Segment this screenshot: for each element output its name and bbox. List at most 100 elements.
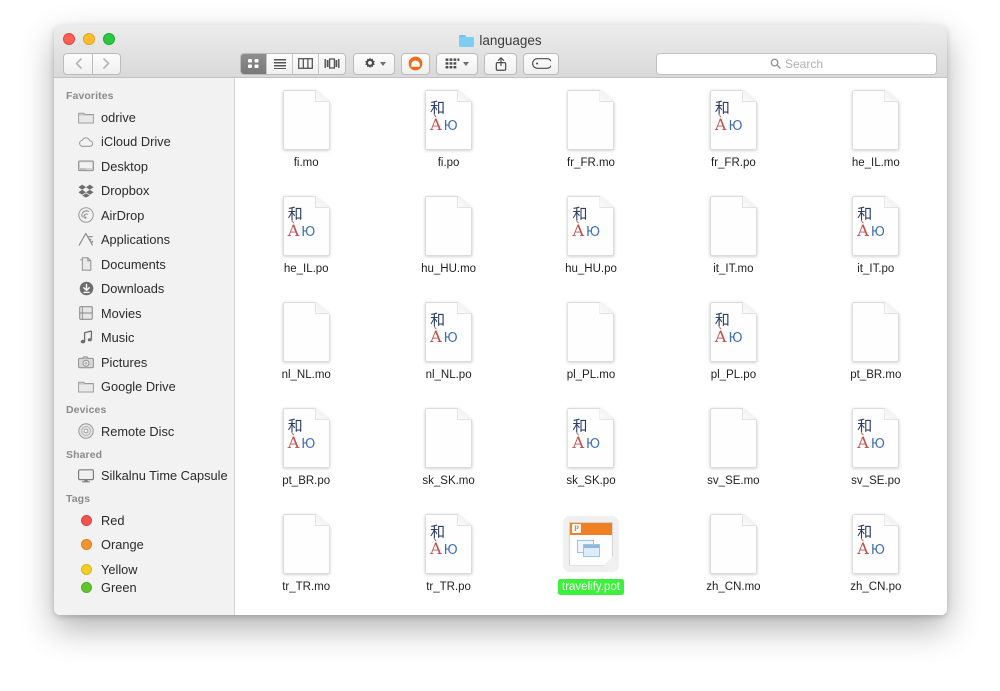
document-corner-fold xyxy=(314,89,330,103)
action-menu-button[interactable] xyxy=(353,52,395,75)
forward-button[interactable] xyxy=(92,52,121,75)
file-name-label[interactable]: sk_SK.po xyxy=(562,473,619,489)
file-name-label[interactable]: fi.po xyxy=(434,155,464,171)
sidebar-item-dropbox[interactable]: Dropbox xyxy=(54,179,234,204)
file-item[interactable]: it_IT.mo xyxy=(662,192,804,285)
file-item[interactable]: 和 À Ю zh_CN.po xyxy=(805,510,947,603)
file-item[interactable]: sk_SK.mo xyxy=(377,404,519,497)
document-icon: 和ÀЮ xyxy=(425,513,473,574)
file-item[interactable]: nl_NL.mo xyxy=(235,298,377,391)
file-name-label[interactable]: sv_SE.mo xyxy=(703,473,763,489)
toolbar: Search xyxy=(54,49,947,78)
file-name-label[interactable]: nl_NL.po xyxy=(422,367,476,383)
file-name-label[interactable]: fi.mo xyxy=(290,155,323,171)
arrange-button[interactable] xyxy=(436,52,478,75)
file-name-label[interactable]: it_IT.po xyxy=(853,261,898,277)
dropbox-button[interactable] xyxy=(401,52,430,75)
file-name-label[interactable]: hu_HU.po xyxy=(561,261,621,277)
file-item[interactable]: 和 À Ю pt_BR.po xyxy=(235,404,377,497)
tags-button[interactable] xyxy=(523,52,559,75)
file-item[interactable]: sv_SE.mo xyxy=(662,404,804,497)
file-name-label[interactable]: hu_HU.mo xyxy=(417,261,480,277)
window-titlebar[interactable]: languages Search xyxy=(54,25,947,78)
file-item[interactable]: 和 À Ю fi.po xyxy=(377,86,519,179)
column-view-button[interactable] xyxy=(293,53,319,74)
sidebar-item-downloads[interactable]: Downloads xyxy=(54,277,234,302)
file-item[interactable]: 和 À Ю fr_FR.po xyxy=(662,86,804,179)
file-name-label[interactable]: pt_BR.mo xyxy=(846,367,905,383)
file-name-label[interactable]: fr_FR.po xyxy=(707,155,760,171)
file-name-label[interactable]: he_IL.mo xyxy=(848,155,904,171)
file-name-label[interactable]: pt_BR.po xyxy=(278,473,334,489)
file-item[interactable]: 和 À Ю hu_HU.po xyxy=(520,192,662,285)
file-item[interactable]: fi.mo xyxy=(235,86,377,179)
file-item[interactable]: 和 À Ю it_IT.po xyxy=(805,192,947,285)
sidebar-item-orange[interactable]: Orange xyxy=(54,533,234,558)
file-item[interactable]: pt_BR.mo xyxy=(805,298,947,391)
file-item[interactable]: pl_PL.mo xyxy=(520,298,662,391)
file-name-label[interactable]: zh_CN.mo xyxy=(702,579,764,595)
file-name-label[interactable]: it_IT.mo xyxy=(709,261,757,277)
sidebar-item-red[interactable]: Red xyxy=(54,508,234,533)
search-input[interactable]: Search xyxy=(656,52,937,75)
file-item[interactable]: zh_CN.mo xyxy=(662,510,804,603)
tag-dot-icon xyxy=(81,537,92,553)
coverflow-view-button[interactable] xyxy=(319,53,345,74)
file-name-label[interactable]: pl_PL.mo xyxy=(563,367,620,383)
file-name-label[interactable]: tr_TR.po xyxy=(422,579,475,595)
sidebar-item-desktop[interactable]: Desktop xyxy=(54,154,234,179)
pot-icon-page: P xyxy=(568,521,613,566)
sidebar-section-header-shared: Shared xyxy=(66,448,103,461)
file-name-label[interactable]: he_IL.po xyxy=(280,261,333,277)
file-item[interactable]: he_IL.mo xyxy=(805,86,947,179)
sidebar-item-movies[interactable]: Movies xyxy=(54,301,234,326)
file-item[interactable]: fr_FR.mo xyxy=(520,86,662,179)
pot-icon-header-bar: P xyxy=(569,522,612,535)
sidebar-item-icloud-drive[interactable]: iCloud Drive xyxy=(54,130,234,155)
file-icon-wrapper xyxy=(425,406,473,469)
sidebar-item-yellow[interactable]: Yellow xyxy=(54,557,234,582)
list-view-button[interactable] xyxy=(267,53,293,74)
coverflow-icon xyxy=(324,58,340,69)
back-button[interactable] xyxy=(63,52,92,75)
file-item[interactable]: 和 À Ю tr_TR.po xyxy=(377,510,519,603)
document-icon: 和ÀЮ xyxy=(425,89,473,150)
file-icon-wrapper: 和ÀЮ xyxy=(282,406,330,469)
sidebar-item-google-drive[interactable]: Google Drive xyxy=(54,375,234,400)
document-corner-fold xyxy=(741,301,757,315)
file-name-label[interactable]: fr_FR.mo xyxy=(563,155,619,171)
file-icon-wrapper xyxy=(567,88,615,151)
sidebar-item-label: Remote Disc xyxy=(101,423,175,439)
airdrop-icon xyxy=(78,207,94,223)
file-item[interactable]: 和 À Ю nl_NL.po xyxy=(377,298,519,391)
sidebar-item-green[interactable]: Green xyxy=(54,582,234,594)
sidebar-item-documents[interactable]: Documents xyxy=(54,252,234,277)
sidebar-item-remote-disc[interactable]: Remote Disc xyxy=(54,419,234,444)
file-item[interactable]: hu_HU.mo xyxy=(377,192,519,285)
sidebar-item-music[interactable]: Music xyxy=(54,326,234,351)
tag-dot-icon xyxy=(81,561,92,577)
sidebar-item-odrive[interactable]: odrive xyxy=(54,105,234,130)
sidebar-item-label: Applications xyxy=(101,232,171,248)
file-item[interactable]: 和 À Ю sv_SE.po xyxy=(805,404,947,497)
file-item[interactable]: 和 À Ю sk_SK.po xyxy=(520,404,662,497)
sidebar-item-label: Yellow xyxy=(101,561,138,577)
file-item[interactable]: 和 À Ю pl_PL.po xyxy=(662,298,804,391)
sidebar-item-applications[interactable]: Applications xyxy=(54,228,234,253)
file-item[interactable]: tr_TR.mo xyxy=(235,510,377,603)
sidebar-item-silkalnu-time-capsule[interactable]: Silkalnu Time Capsule xyxy=(54,464,234,489)
file-item[interactable]: Ptravelify.pot xyxy=(520,510,662,603)
file-name-label[interactable]: sv_SE.po xyxy=(847,473,904,489)
file-browser-content[interactable]: fi.mo 和 À Ю fi.po fr_FR.mo 和 À Ю fr_FR.po he_IL.mo… xyxy=(235,78,947,615)
file-name-label[interactable]: pl_PL.po xyxy=(707,367,760,383)
file-name-label[interactable]: tr_TR.mo xyxy=(278,579,334,595)
file-name-label[interactable]: zh_CN.po xyxy=(846,579,905,595)
sidebar-item-airdrop[interactable]: AirDrop xyxy=(54,203,234,228)
icon-view-button[interactable] xyxy=(241,53,267,74)
sidebar-item-pictures[interactable]: Pictures xyxy=(54,350,234,375)
file-item[interactable]: 和 À Ю he_IL.po xyxy=(235,192,377,285)
share-button[interactable] xyxy=(484,52,517,75)
file-name-label[interactable]: nl_NL.mo xyxy=(278,367,335,383)
file-name-label[interactable]: sk_SK.mo xyxy=(418,473,478,489)
file-name-label[interactable]: travelify.pot xyxy=(558,579,624,595)
